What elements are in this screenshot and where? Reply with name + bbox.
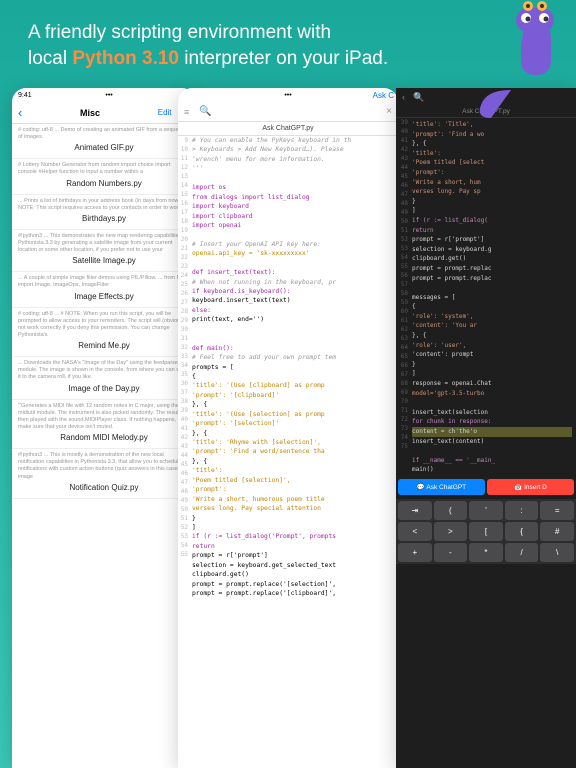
file-preview: ... A couple of simple image filter demo…	[18, 275, 190, 289]
action-buttons: 💬 Ask ChatGPT 📅 Insert D	[396, 477, 576, 497]
file-name: Satellite Image.py	[18, 256, 190, 265]
file-item[interactable]: ... Prints a list of birthdays in your a…	[12, 195, 196, 230]
status-bar: 9:41•••⁃	[12, 88, 196, 102]
insert-button[interactable]: 📅 Insert D	[487, 479, 574, 495]
file-preview: # Lottery Number Generator from random i…	[18, 162, 190, 176]
editor-panel-dark: ‹ 🔍 Ask ChatGPT.py 394041424344454647484…	[396, 88, 576, 768]
file-preview: #!python3 ... This is mostly a demonstra…	[18, 452, 190, 481]
file-name: Random MIDI Melody.py	[18, 433, 190, 442]
keyboard-key[interactable]: :	[505, 501, 539, 520]
folder-title: Misc	[80, 108, 100, 118]
code-editor-dark[interactable]: 3940414243444546474849505152535455565758…	[396, 118, 576, 477]
file-item[interactable]: # Lottery Number Generator from random i…	[12, 159, 196, 194]
file-item[interactable]: # coding: utf-8 ... # NOTE: When you run…	[12, 308, 196, 358]
editor-panel-light: ••• ≡ 🔍 × Ask C Ask ChatGPT.py 910111213…	[178, 88, 398, 768]
keyboard-key[interactable]: *	[469, 543, 503, 562]
menu-icon[interactable]: ≡	[184, 107, 189, 117]
file-name: Remind Me.py	[18, 341, 190, 350]
editor-tabs: ≡ 🔍 × Ask C	[178, 102, 398, 122]
file-item[interactable]: '''Generates a MIDI file with 12 random …	[12, 400, 196, 450]
code-editor[interactable]: 9101112131415161718192021222324252627282…	[178, 136, 398, 598]
file-name: Random Numbers.py	[18, 179, 190, 188]
file-item[interactable]: #!python3 ... This is mostly a demonstra…	[12, 449, 196, 499]
keyboard-key[interactable]: =	[540, 501, 574, 520]
file-preview: # coding: utf-8 ... # NOTE: When you run…	[18, 311, 190, 340]
file-preview: ... Prints a list of birthdays in your a…	[18, 198, 190, 212]
search-icon[interactable]: 🔍	[199, 106, 211, 117]
ask-chatgpt-button[interactable]: 💬 Ask ChatGPT	[398, 479, 485, 495]
keyboard-key[interactable]: >	[434, 522, 468, 541]
nav-bar: ‹ Misc Edit 🔍	[12, 102, 196, 124]
file-name: Image of the Day.py	[18, 384, 190, 393]
file-name: Birthdays.py	[18, 214, 190, 223]
editor-filename: Ask ChatGPT.py	[178, 122, 398, 136]
back-button[interactable]: ‹	[18, 105, 22, 120]
keyboard-key[interactable]: (	[434, 501, 468, 520]
keyboard-key[interactable]: #	[540, 522, 574, 541]
file-preview: #!python3 ... This demonstrates the new …	[18, 233, 190, 254]
keyboard-key[interactable]: {	[505, 522, 539, 541]
file-browser-panel: 9:41•••⁃ ‹ Misc Edit 🔍 # coding: utf-8 .…	[12, 88, 196, 768]
file-name: Animated GIF.py	[18, 143, 190, 152]
snake-mascot-icon	[456, 0, 576, 120]
file-item[interactable]: ... A couple of simple image filter demo…	[12, 272, 196, 307]
keyboard-key[interactable]: +	[398, 543, 432, 562]
status-bar: •••	[178, 88, 398, 102]
file-item[interactable]: #!python3 ... This demonstrates the new …	[12, 230, 196, 272]
file-preview: '''Generates a MIDI file with 12 random …	[18, 403, 190, 432]
edit-button[interactable]: Edit	[158, 108, 172, 117]
file-item[interactable]: ... Downloads the NASA's "Image of the D…	[12, 357, 196, 399]
close-tab-icon[interactable]: ×	[386, 106, 392, 117]
search-icon[interactable]: 🔍	[413, 92, 424, 103]
keyboard-key[interactable]: ⇥	[398, 501, 432, 520]
file-preview: # coding: utf-8 ... Demo of creating an …	[18, 127, 190, 141]
file-name: Image Effects.py	[18, 292, 190, 301]
keyboard-key[interactable]: <	[398, 522, 432, 541]
keyboard-key[interactable]: /	[505, 543, 539, 562]
file-preview: ... Downloads the NASA's "Image of the D…	[18, 360, 190, 381]
other-tab[interactable]: Ask C	[373, 88, 394, 100]
keyboard-accessory: ⇥(':= <>[{# +-*/\	[396, 499, 576, 564]
keyboard-key[interactable]: \	[540, 543, 574, 562]
file-item[interactable]: # coding: utf-8 ... Demo of creating an …	[12, 124, 196, 159]
keyboard-key[interactable]: -	[434, 543, 468, 562]
back-icon[interactable]: ‹	[402, 92, 405, 102]
keyboard-key[interactable]: [	[469, 522, 503, 541]
file-name: Notification Quiz.py	[18, 483, 190, 492]
keyboard-key[interactable]: '	[469, 501, 503, 520]
